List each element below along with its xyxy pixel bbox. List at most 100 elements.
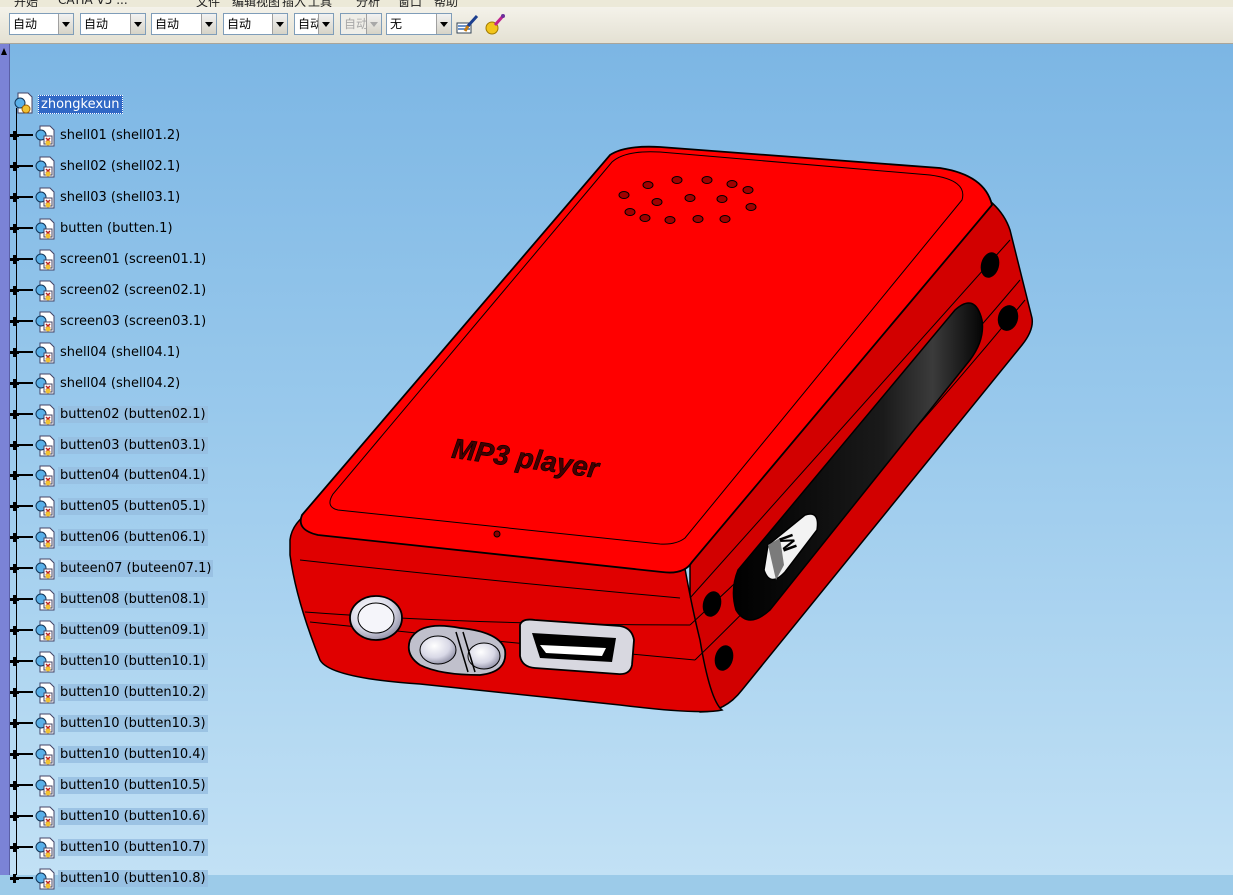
tree-node[interactable]: butten10 (butten10.7) <box>10 836 270 860</box>
tree-node[interactable]: shell02 (shell02.1) <box>10 155 270 179</box>
expand-icon[interactable] <box>10 347 19 357</box>
tree-node-label: butten08 (butten08.1) <box>58 591 208 609</box>
tree-node[interactable]: shell01 (shell01.2) <box>10 124 270 148</box>
part-icon <box>32 712 58 740</box>
tree-node[interactable]: butten (butten.1) <box>10 217 270 241</box>
tree-node[interactable]: screen03 (screen03.1) <box>10 310 270 334</box>
expand-icon[interactable] <box>10 316 19 326</box>
tree-node[interactable]: butten10 (butten10.6) <box>10 805 270 829</box>
tree-node[interactable]: butten08 (butten08.1) <box>10 588 270 612</box>
expand-icon[interactable] <box>10 842 19 852</box>
tree-node[interactable]: butten10 (butten10.5) <box>10 774 270 798</box>
expand-icon[interactable] <box>10 254 19 264</box>
tree-node[interactable]: butten09 (butten09.1) <box>10 619 270 643</box>
tree-connector <box>19 629 33 632</box>
arrow-up-icon[interactable] <box>1 48 7 55</box>
tree-node[interactable]: butten10 (butten10.8) <box>10 867 270 891</box>
expand-icon[interactable] <box>10 378 19 388</box>
tree-node[interactable]: butten03 (butten03.1) <box>10 434 270 458</box>
tree-connector <box>19 845 33 848</box>
tree-node-label: butten05 (butten05.1) <box>58 498 208 516</box>
tree-node-label: shell01 (shell01.2) <box>60 128 181 143</box>
part-icon <box>32 186 58 214</box>
part-icon <box>32 248 58 276</box>
part-icon <box>32 495 58 523</box>
part-icon <box>32 805 58 833</box>
part-icon <box>32 279 58 307</box>
part-icon <box>32 434 58 462</box>
tree-connector <box>19 567 33 570</box>
tree-connector <box>19 783 33 786</box>
tree-connector <box>19 381 33 384</box>
tree-connector <box>19 226 33 229</box>
tree-node[interactable]: butten06 (butten06.1) <box>10 526 270 550</box>
tree-node-label: butten10 (butten10.7) <box>58 838 208 856</box>
tree-connector <box>19 505 33 508</box>
expand-icon[interactable] <box>10 223 19 233</box>
expand-icon[interactable] <box>10 131 19 140</box>
tree-node-label: butten10 (butten10.8) <box>58 869 208 887</box>
expand-icon[interactable] <box>10 688 19 698</box>
tree-node[interactable]: butten10 (butten10.2) <box>10 681 270 705</box>
part-icon <box>32 341 58 369</box>
tree-connector <box>19 412 33 415</box>
expand-icon[interactable] <box>10 192 19 202</box>
expand-icon[interactable] <box>10 873 19 883</box>
expand-icon[interactable] <box>10 440 19 450</box>
tree-connector <box>19 350 33 353</box>
tree-node[interactable]: shell04 (shell04.2) <box>10 372 270 396</box>
usb-port[interactable] <box>519 618 635 675</box>
tree-node[interactable]: screen02 (screen02.1) <box>10 279 270 303</box>
tree-node-label: shell02 (shell02.1) <box>60 158 181 174</box>
expand-icon[interactable] <box>10 780 19 790</box>
tree-node[interactable]: butten10 (butten10.3) <box>10 712 270 736</box>
part-icon <box>32 836 58 864</box>
tree-node[interactable]: screen01 (screen01.1) <box>10 248 270 272</box>
tree-node-label: screen01 (screen01.1) <box>60 251 207 267</box>
tree-node[interactable]: butten10 (butten10.4) <box>10 743 270 767</box>
part-icon <box>32 557 58 585</box>
expand-icon[interactable] <box>10 471 19 481</box>
part-icon <box>32 155 58 183</box>
expand-icon[interactable] <box>10 409 19 419</box>
tree-node[interactable]: butten10 (butten10.1) <box>10 650 270 674</box>
expand-icon[interactable] <box>10 750 19 759</box>
tree-node[interactable]: butten02 (butten02.1) <box>10 403 270 427</box>
expand-icon[interactable] <box>10 811 19 821</box>
tree-connector <box>19 474 33 477</box>
tree-connector <box>19 536 33 539</box>
tree-node-label: butten10 (butten10.4) <box>58 746 208 763</box>
expand-icon[interactable] <box>10 657 19 667</box>
tree-node[interactable]: butten04 (butten04.1) <box>10 464 270 488</box>
part-icon <box>32 650 58 678</box>
expand-icon[interactable] <box>10 719 19 729</box>
tree-node-label: shell04 (shell04.1) <box>60 344 181 360</box>
expand-icon[interactable] <box>10 533 19 543</box>
tree-node-label: shell04 (shell04.2) <box>60 375 181 391</box>
tree-node[interactable]: buteen07 (buteen07.1) <box>10 557 270 581</box>
left-scroll-strip[interactable] <box>0 44 10 875</box>
tree-node-label: screen02 (screen02.1) <box>60 282 207 298</box>
expand-icon[interactable] <box>10 626 19 636</box>
part-icon <box>32 588 58 616</box>
tree-node[interactable]: butten05 (butten05.1) <box>10 495 270 519</box>
expand-icon[interactable] <box>10 161 19 171</box>
tree-connector <box>19 195 33 198</box>
expand-icon[interactable] <box>10 595 19 605</box>
part-icon <box>32 743 58 771</box>
tree-node-label: butten03 (butten03.1) <box>58 436 208 454</box>
tree-node-label: butten04 (butten04.1) <box>58 467 208 485</box>
tree-node[interactable]: shell03 (shell03.1) <box>10 186 270 210</box>
tree-connector <box>19 753 33 755</box>
expand-icon[interactable] <box>10 285 19 295</box>
part-icon <box>32 372 58 400</box>
tree-node-label: butten10 (butten10.3) <box>58 715 208 733</box>
tree-node-label: butten06 (butten06.1) <box>58 529 208 547</box>
tree-node[interactable]: shell04 (shell04.1) <box>10 341 270 365</box>
expand-icon[interactable] <box>10 502 19 512</box>
expand-icon[interactable] <box>10 564 19 574</box>
tree-connector <box>19 660 33 663</box>
part-icon <box>32 464 58 492</box>
tree-connector <box>19 691 33 694</box>
tree-node-label: shell03 (shell03.1) <box>60 189 181 205</box>
